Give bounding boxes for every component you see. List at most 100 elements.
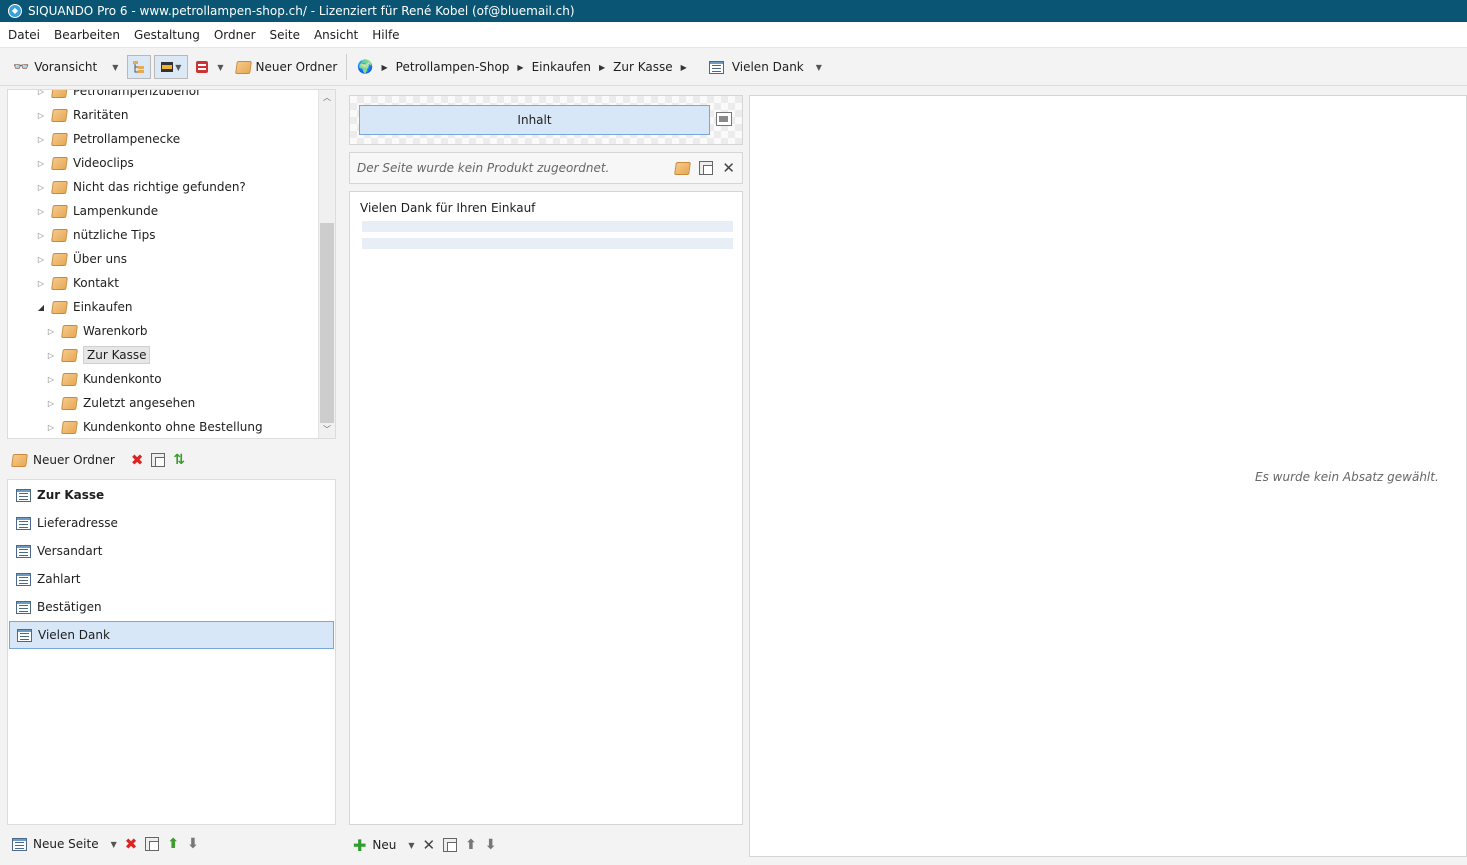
layout-icon[interactable] (716, 112, 732, 126)
scrollbar-thumb[interactable] (320, 223, 334, 423)
content-tab-button[interactable]: Inhalt (359, 105, 710, 135)
assign-product-icon[interactable] (674, 161, 692, 175)
tree-item[interactable]: ▷ Nicht das richtige gefunden? (36, 176, 246, 198)
tree-item-label: Warenkorb (83, 324, 148, 338)
menu-ansicht[interactable]: Ansicht (314, 28, 358, 42)
page-list-item[interactable]: Lieferadresse (9, 509, 334, 537)
tree-item[interactable]: ▷ Warenkorb (46, 320, 148, 342)
tree-item[interactable]: ◢ Einkaufen (36, 296, 133, 318)
layout-view-toggle-icon[interactable]: ▼ (154, 55, 189, 79)
breadcrumb-item[interactable]: Einkaufen (532, 60, 591, 74)
copy-product-icon[interactable] (699, 161, 714, 175)
expand-arrow-icon[interactable]: ▷ (36, 255, 46, 264)
paragraph-placeholder-line (362, 238, 733, 249)
page-list-item[interactable]: Bestätigen (9, 593, 334, 621)
breadcrumb-current-page[interactable]: Vielen Dank (732, 60, 804, 74)
page-item-label: Zahlart (37, 572, 81, 586)
product-assignment-bar: Der Seite wurde kein Produkt zugeordnet.… (349, 152, 743, 184)
move-up-icon[interactable]: ⬆ (465, 837, 477, 853)
copy-paragraph-icon[interactable] (443, 838, 458, 852)
scroll-down-icon[interactable]: ﹀ (319, 422, 335, 438)
paragraph-heading[interactable]: Vielen Dank für Ihren Einkauf (360, 201, 535, 215)
expand-arrow-icon[interactable]: ▷ (36, 207, 46, 216)
new-page-button[interactable]: Neue Seite ▼ (12, 837, 117, 851)
tree-scrollbar[interactable]: ︿ ﹀ (318, 90, 335, 438)
tree-item[interactable]: ▷ Raritäten (36, 104, 129, 126)
expand-arrow-icon[interactable]: ▷ (46, 399, 56, 408)
move-down-icon[interactable]: ⬇ (485, 837, 497, 853)
copy-page-icon[interactable] (145, 837, 160, 851)
expand-arrow-icon[interactable]: ▷ (46, 327, 56, 336)
tree-item[interactable]: ▷ Kontakt (36, 272, 119, 294)
delete-folder-icon[interactable]: ✖ (131, 451, 144, 469)
chevron-down-icon[interactable]: ▼ (408, 841, 414, 850)
globe-icon[interactable]: 🌍 (357, 60, 373, 75)
page-list-item[interactable]: Zahlart (9, 565, 334, 593)
tree-item[interactable]: ▷ nützliche Tips (36, 224, 156, 246)
new-paragraph-button[interactable]: ✚ Neu ▼ (353, 836, 415, 855)
tree-view-toggle-icon[interactable] (127, 55, 152, 79)
new-page-icon (12, 837, 27, 851)
tree-item[interactable]: ▷ Videoclips (36, 152, 134, 174)
folder-icon (61, 324, 78, 338)
menu-seite[interactable]: Seite (270, 28, 300, 42)
tree-item-selected[interactable]: ▷ Zur Kasse (46, 344, 151, 366)
menu-bearbeiten[interactable]: Bearbeiten (54, 28, 120, 42)
page-icon (17, 628, 32, 642)
copy-folder-icon[interactable] (151, 453, 166, 467)
tree-item[interactable]: ▷ Kundenkonto ohne Bestellung (46, 416, 263, 438)
chevron-down-icon[interactable]: ▼ (111, 840, 117, 849)
empty-selection-message: Es wurde kein Absatz gewählt. (1255, 470, 1439, 484)
page-list-item[interactable]: Zur Kasse (9, 481, 334, 509)
breadcrumb-item[interactable]: Zur Kasse (613, 60, 672, 74)
page-list-item-selected[interactable]: Vielen Dank (9, 621, 334, 649)
remove-product-icon[interactable]: ✕ (722, 159, 735, 177)
new-folder-button[interactable]: Neuer Ordner (233, 54, 341, 80)
menu-datei[interactable]: Datei (8, 28, 40, 42)
scroll-up-icon[interactable]: ︿ (319, 90, 335, 106)
expand-arrow-icon[interactable]: ▷ (36, 135, 46, 144)
tree-item[interactable]: ▷ Petrollampenzubehör (36, 90, 201, 102)
preview-button[interactable]: 👓 Voransicht ▼ (10, 54, 121, 80)
move-down-icon[interactable]: ⬇ (187, 836, 199, 852)
new-folder-button[interactable]: Neuer Ordner (11, 453, 115, 467)
tree-item[interactable]: ▷ Petrollampenecke (36, 128, 180, 150)
expand-arrow-icon[interactable]: ▷ (36, 159, 46, 168)
folder-icon (61, 348, 78, 362)
expand-arrow-icon[interactable]: ▷ (46, 423, 56, 432)
tree-item-label: Kontakt (73, 276, 119, 290)
menu-ordner[interactable]: Ordner (214, 28, 256, 42)
expand-arrow-icon[interactable]: ▷ (36, 183, 46, 192)
expand-arrow-icon[interactable]: ▷ (46, 375, 56, 384)
chevron-down-icon[interactable]: ▼ (816, 63, 822, 72)
tree-item[interactable]: ▷ Lampenkunde (36, 200, 158, 222)
content-editor[interactable]: Vielen Dank für Ihren Einkauf (349, 191, 743, 825)
folder-tree: ▷ Petrollampenzubehör ▷ Raritäten ▷ Petroll… (7, 89, 336, 439)
menu-gestaltung[interactable]: Gestaltung (134, 28, 200, 42)
tree-item-label: Petrollampenecke (73, 132, 181, 146)
expand-arrow-icon[interactable]: ▷ (46, 351, 56, 360)
chevron-down-icon: ▼ (175, 62, 182, 72)
publish-button[interactable]: ▼ (191, 54, 226, 80)
tree-item[interactable]: ▷ Zuletzt angesehen (46, 392, 195, 414)
tree-item[interactable]: ▷ Kundenkonto (46, 368, 162, 390)
move-up-icon[interactable]: ⬆ (167, 836, 179, 852)
folder-icon (51, 300, 68, 314)
collapse-arrow-icon[interactable]: ◢ (36, 303, 46, 312)
menu-bar: Datei Bearbeiten Gestaltung Ordner Seite… (0, 22, 1467, 48)
tree-item[interactable]: ▷ Über uns (36, 248, 127, 270)
expand-arrow-icon[interactable]: ▷ (36, 111, 46, 120)
menu-hilfe[interactable]: Hilfe (372, 28, 399, 42)
delete-paragraph-icon[interactable]: ✕ (423, 836, 436, 854)
plus-icon: ✚ (353, 835, 367, 855)
sort-folder-icon[interactable]: ⇅ (173, 452, 185, 468)
breadcrumb-item[interactable]: Petrollampen-Shop (396, 60, 510, 74)
page-list-item[interactable]: Versandart (9, 537, 334, 565)
delete-page-icon[interactable]: ✖ (125, 835, 138, 853)
folder-icon (51, 252, 68, 266)
expand-arrow-icon[interactable]: ▷ (36, 279, 46, 288)
chevron-down-icon[interactable]: ▼ (112, 63, 118, 72)
expand-arrow-icon[interactable]: ▷ (36, 231, 46, 240)
folder-icon (51, 132, 68, 146)
expand-arrow-icon[interactable]: ▷ (36, 90, 46, 96)
